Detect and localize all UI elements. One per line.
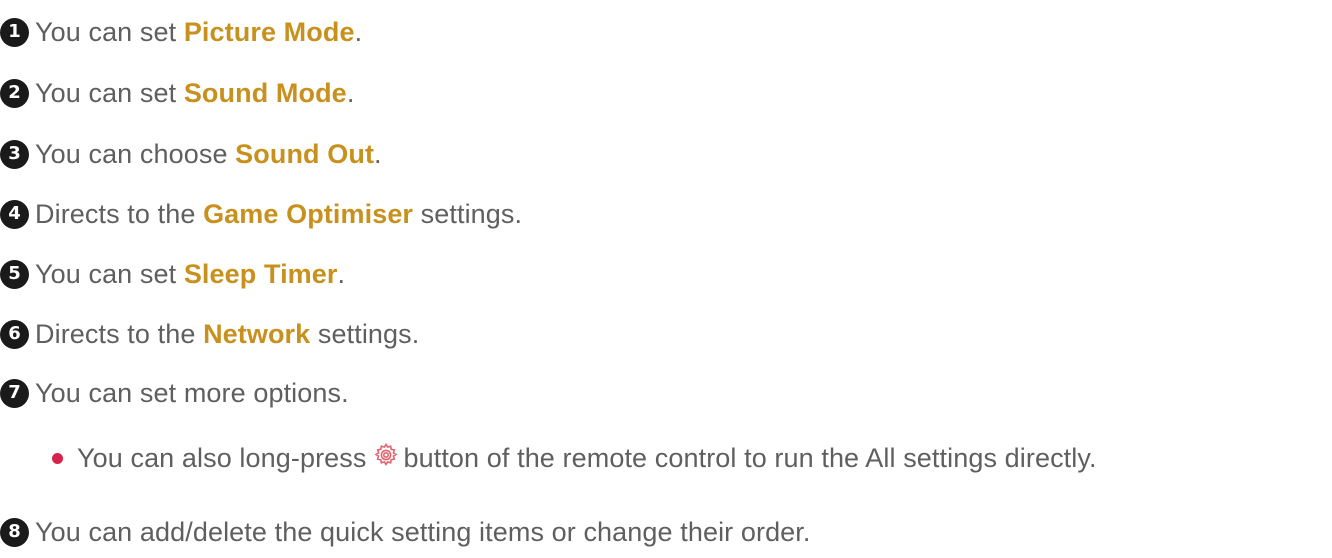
item-7-text: You can set more options.	[35, 377, 349, 408]
item-1: 1 You can set Picture Mode.	[0, 12, 362, 52]
item-2: 2 You can set Sound Mode.	[0, 73, 354, 113]
item-7: 7 You can set more options.	[0, 373, 349, 413]
item-1-suffix: .	[354, 16, 363, 47]
number-badge-5: 5	[0, 259, 29, 289]
sound-mode-term: Sound Mode	[183, 77, 347, 108]
sleep-timer-term: Sleep Timer	[183, 258, 338, 289]
number-badge-3: 3	[0, 139, 29, 169]
item-3: 3 You can choose Sound Out.	[0, 134, 382, 174]
number-badge-4: 4	[0, 199, 29, 229]
bullet-dot	[52, 452, 63, 464]
item-3-text: You can choose	[35, 138, 236, 169]
network-term: Network	[203, 318, 311, 349]
item-6-text: Directs to the	[35, 318, 204, 349]
item-4-text: Directs to the	[35, 198, 204, 229]
number-badge-1: 1	[0, 17, 29, 47]
item-8: 8 You can add/delete the quick setting i…	[0, 512, 811, 552]
item-2-text: You can set	[35, 77, 184, 108]
item-5-text: You can set	[35, 258, 184, 289]
item-2-suffix: .	[346, 77, 355, 108]
number-badge-6: 6	[0, 319, 29, 349]
picture-mode-term: Picture Mode	[183, 16, 355, 47]
item-5: 5 You can set Sleep Timer.	[0, 254, 345, 294]
item-4: 4 Directs to the Game Optimiser settings…	[0, 194, 522, 234]
note-text-post: button of the remote control to run the …	[403, 442, 1097, 473]
item-4-suffix: settings.	[413, 198, 523, 229]
item-8-text: You can add/delete the quick setting ite…	[35, 516, 811, 547]
note-text-pre: You can also long-press	[77, 442, 367, 473]
item-6-suffix: settings.	[310, 318, 420, 349]
item-1-text: You can set	[35, 16, 184, 47]
number-badge-7: 7	[0, 378, 29, 408]
item-6: 6 Directs to the Network settings.	[0, 314, 419, 354]
sound-out-term: Sound Out	[235, 138, 375, 169]
settings-gear-icon	[373, 442, 398, 467]
item-5-suffix: .	[337, 258, 346, 289]
game-optimiser-term: Game Optimiser	[203, 198, 414, 229]
item-3-suffix: .	[374, 138, 382, 169]
note-bullet: You can also long-press button of the re…	[52, 438, 1097, 478]
number-badge-2: 2	[0, 78, 29, 108]
number-badge-8: 8	[0, 517, 29, 547]
